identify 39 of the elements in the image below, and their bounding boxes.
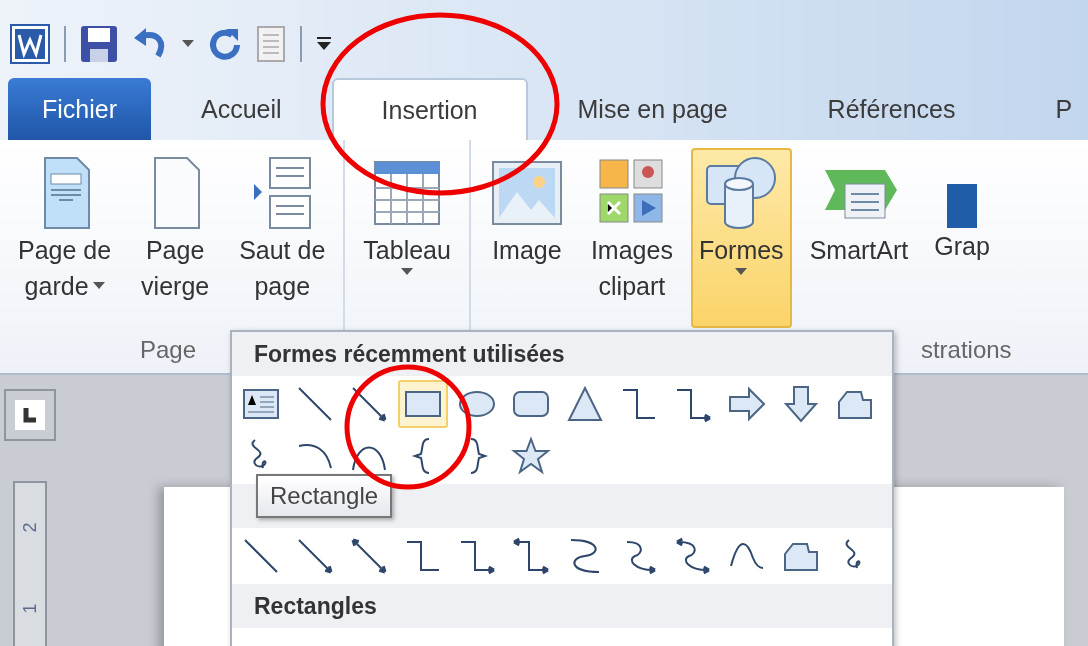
save-icon[interactable] [80, 25, 118, 63]
ribbon-button[interactable]: Grap [926, 148, 998, 328]
chart-icon [947, 184, 978, 228]
group-label: Page [140, 336, 197, 364]
ruler-number: 1 [19, 603, 41, 614]
app-logo-icon[interactable] [10, 24, 50, 64]
ribbon-button[interactable]: Images clipart [582, 148, 681, 328]
ruler-number: 2 [19, 522, 41, 533]
shape-option[interactable] [398, 380, 448, 428]
file-tab[interactable]: Fichier [8, 78, 151, 140]
section-header: Formes récemment utilisées [232, 332, 892, 376]
down-arrow-shape-icon [781, 384, 821, 424]
ribbon-button[interactable]: Image [480, 148, 573, 328]
ribbon-button[interactable]: SmartArt [801, 148, 917, 328]
double-arrow-shape-icon [349, 536, 389, 576]
redo-icon[interactable] [208, 27, 242, 61]
ribbon-button[interactable]: Formes [690, 148, 792, 328]
section-header: Rectangles [232, 584, 892, 628]
left-tab-icon [15, 400, 45, 430]
group-label: strations [920, 336, 1012, 364]
tooltip: Rectangle [256, 474, 393, 518]
ribbon-tab[interactable]: Insertion [331, 78, 528, 140]
ribbon-button[interactable]: Saut de page [231, 148, 334, 328]
tab-stop-selector[interactable] [4, 389, 56, 441]
ribbon-tab[interactable]: Références [777, 78, 1006, 140]
arrow-shape-icon [295, 536, 335, 576]
ribbon-button[interactable]: Tableau [355, 148, 459, 328]
triangle-shape-icon [565, 384, 605, 424]
ribbon-tab[interactable]: Accueil [151, 78, 332, 140]
ribbon-button[interactable]: Page vierge [129, 148, 222, 328]
ribbon-button[interactable]: Page de garde [10, 148, 120, 328]
elbow-double-arrow-shape-icon [511, 536, 551, 576]
ribbon-tab[interactable]: Mise en page [527, 78, 778, 140]
customize-toolbar-icon[interactable] [316, 37, 332, 51]
arrow-shape-icon [349, 384, 389, 424]
right-arrow-shape-icon [727, 384, 767, 424]
ribbon-tab[interactable]: P [1005, 78, 1088, 140]
caret-icon [182, 40, 194, 48]
star-shape-icon [511, 436, 551, 476]
